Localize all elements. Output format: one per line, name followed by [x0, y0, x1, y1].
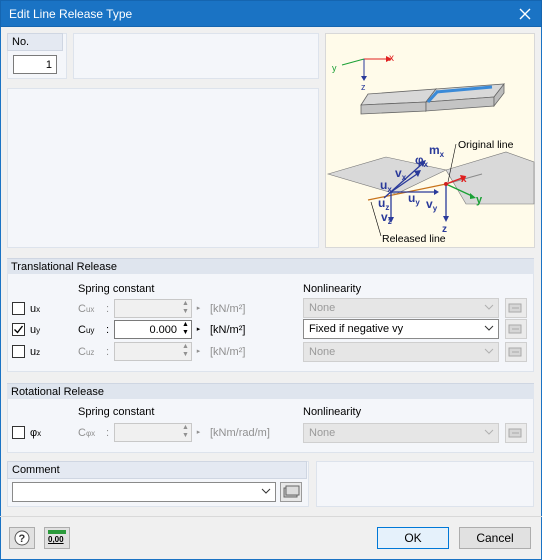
trans-col-nonlinearity: Nonlinearity — [303, 283, 362, 295]
comment-input[interactable] — [12, 482, 276, 502]
ux-label: ux — [30, 303, 41, 315]
label-phix-sub: x — [424, 160, 429, 169]
phix-nonlinearity-value: None — [309, 427, 336, 439]
uz-edit-nonlinearity-icon[interactable] — [505, 342, 527, 362]
svg-text:φx: φx — [415, 153, 429, 169]
uz-checkbox[interactable] — [12, 345, 25, 358]
label-ux-sub: x — [387, 185, 392, 194]
cuz-label: Cuz — [78, 346, 95, 358]
window-title: Edit Line Release Type — [9, 7, 133, 21]
ux-nonlinearity-value: None — [309, 302, 336, 314]
cux-unit: [kN/m²] — [210, 303, 246, 315]
uz-nonlinearity-select[interactable]: None — [303, 342, 499, 362]
phix-label: φx — [30, 427, 42, 439]
cphix-label: Cφx — [78, 427, 96, 439]
axis-x-label: x — [461, 174, 467, 185]
description-panel — [7, 88, 319, 248]
axis-x-label-top: x — [389, 53, 394, 64]
cphix-colon: : — [106, 427, 110, 439]
ux-edit-nonlinearity-icon[interactable] — [505, 298, 527, 318]
label-uy: u — [408, 191, 415, 205]
cphix-arrow-icon[interactable]: ▸ — [194, 424, 203, 443]
label-original-line: Original line — [458, 139, 514, 151]
ok-button[interactable]: OK — [377, 527, 449, 549]
chevron-down-icon — [484, 325, 494, 331]
cux-spin-up-icon[interactable]: ▲ ▼ — [181, 300, 190, 319]
svg-text:vy: vy — [426, 197, 438, 213]
ux-nonlinearity-select[interactable]: None — [303, 298, 499, 318]
uy-edit-nonlinearity-icon[interactable] — [505, 319, 527, 339]
cux-label: Cux — [78, 303, 95, 315]
title-bar: Edit Line Release Type — [0, 0, 542, 27]
axis-z-label: z — [442, 224, 447, 235]
axis-y-label-top: y — [332, 63, 337, 73]
label-uy-sub: y — [415, 198, 420, 207]
svg-text:?: ? — [19, 533, 26, 545]
close-icon[interactable] — [515, 4, 535, 24]
diagram-svg: x y z Original line Released line mx φx … — [326, 53, 535, 245]
label-vy-sub: y — [433, 204, 438, 213]
trans-col-spring: Spring constant — [78, 283, 155, 295]
label-uz: u — [378, 196, 385, 210]
chevron-down-icon — [484, 429, 494, 435]
phix-nonlinearity-select[interactable]: None — [303, 423, 499, 443]
cux-colon: : — [106, 303, 110, 315]
svg-text:mx: mx — [429, 143, 445, 159]
uz-nonlinearity-value: None — [309, 346, 336, 358]
check-icon — [14, 325, 24, 334]
label-released-line: Released line — [382, 233, 446, 245]
svg-text:uy: uy — [408, 191, 420, 207]
cuy-colon: : — [106, 324, 110, 336]
rot-col-spring: Spring constant — [78, 406, 155, 418]
cuz-unit: [kN/m²] — [210, 346, 246, 358]
number-label: No. — [7, 33, 63, 51]
cancel-button[interactable]: Cancel — [459, 527, 531, 549]
cuz-spin-icon[interactable]: ▲ ▼ — [181, 343, 190, 362]
label-ux: u — [380, 178, 387, 192]
chevron-down-icon — [484, 348, 494, 354]
svg-text:vz: vz — [381, 210, 392, 226]
axis-y-label: y — [476, 194, 483, 206]
label-mx-sub: x — [440, 150, 445, 159]
ux-checkbox[interactable] — [12, 302, 25, 315]
translational-header: Translational Release — [7, 258, 534, 274]
uz-label: uz — [30, 346, 41, 358]
cuy-unit: [kN/m²] — [210, 324, 246, 336]
chevron-down-icon — [484, 304, 494, 310]
help-icon[interactable]: ? — [9, 527, 35, 549]
label-mx: m — [429, 143, 440, 157]
uy-checkbox[interactable] — [12, 323, 25, 336]
units-label: 0,00 — [48, 535, 64, 544]
uy-nonlinearity-value: Fixed if negative vy — [309, 323, 404, 335]
phix-checkbox[interactable] — [12, 426, 25, 439]
cuz-arrow-icon[interactable]: ▸ — [194, 343, 203, 362]
cuy-label: Cuy — [78, 324, 95, 336]
cuz-colon: : — [106, 346, 110, 358]
footer-separator — [0, 516, 542, 517]
cuy-spin-icon[interactable]: ▲ ▼ — [181, 321, 190, 340]
chevron-down-icon — [261, 488, 271, 494]
name-panel — [73, 33, 319, 79]
release-diagram: x y z Original line Released line mx φx … — [325, 33, 535, 248]
cphix-spin-icon[interactable]: ▲ ▼ — [181, 424, 190, 443]
cux-arrow-icon[interactable]: ▸ — [194, 300, 203, 319]
phix-edit-nonlinearity-icon[interactable] — [505, 423, 527, 443]
comment-extra-panel — [316, 461, 534, 507]
rotational-header: Rotational Release — [7, 383, 534, 399]
comment-library-icon[interactable] — [280, 482, 302, 502]
axis-z-label-top: z — [361, 82, 366, 92]
uy-label: uy — [30, 324, 41, 336]
comment-label: Comment — [7, 461, 307, 479]
number-field[interactable]: 1 — [13, 55, 57, 74]
rot-col-nonlinearity: Nonlinearity — [303, 406, 362, 418]
units-icon[interactable]: 0,00 — [44, 527, 70, 549]
label-vz-sub: z — [388, 217, 392, 226]
cphix-unit: [kNm/rad/m] — [210, 427, 270, 439]
uy-nonlinearity-select[interactable]: Fixed if negative vy — [303, 319, 499, 339]
cuy-arrow-icon[interactable]: ▸ — [194, 321, 203, 340]
label-vx-sub: x — [402, 173, 407, 182]
